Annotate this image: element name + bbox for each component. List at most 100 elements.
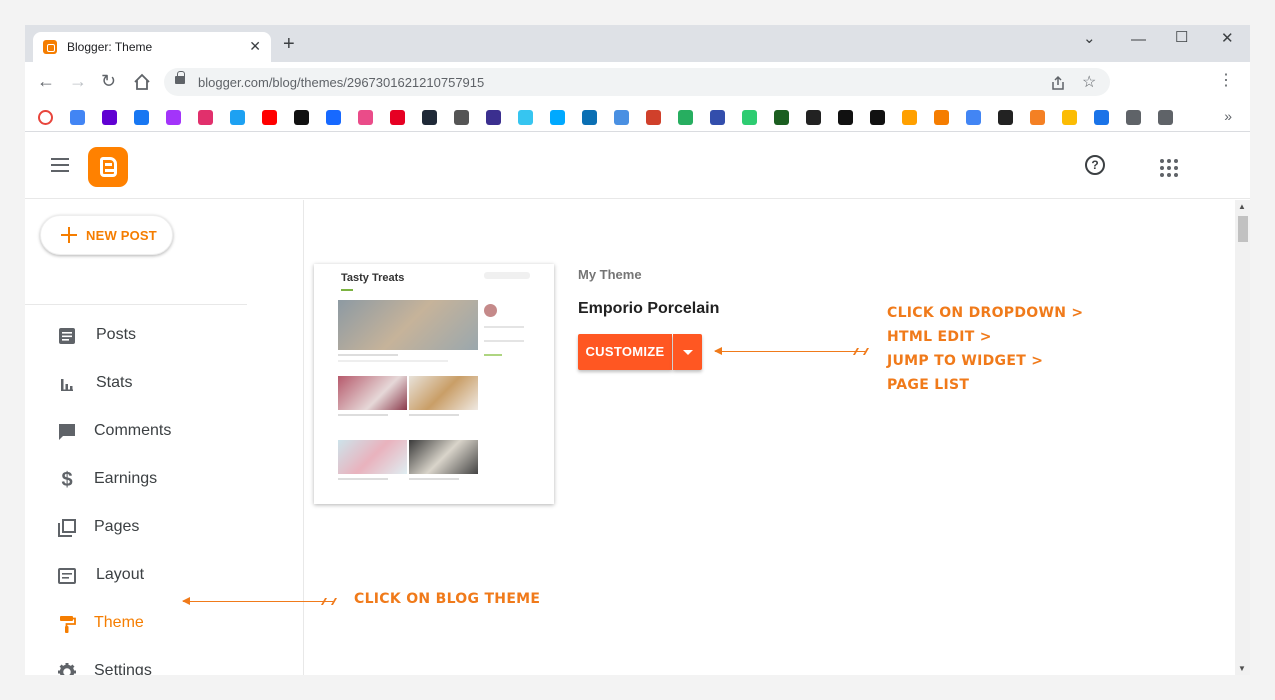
- sidebar-item-label: Layout: [96, 566, 145, 583]
- sidebar-item-label: Pages: [94, 518, 140, 535]
- bookmark-favicon-icon[interactable]: [806, 110, 821, 125]
- sidebar-item-comments[interactable]: Comments: [25, 410, 304, 454]
- bookmark-favicon-icon[interactable]: [934, 110, 949, 125]
- help-icon[interactable]: ?: [1085, 155, 1105, 175]
- share-icon[interactable]: [1050, 75, 1066, 91]
- url-text[interactable]: blogger.com/blog/themes/2967301621210757…: [198, 75, 484, 90]
- blogger-logo[interactable]: [88, 147, 128, 187]
- lock-icon[interactable]: [175, 71, 185, 84]
- bookmark-favicon-icon[interactable]: [358, 110, 373, 125]
- sidebar-item-label: Posts: [96, 326, 137, 343]
- scroll-down-arrow-icon[interactable]: ▼: [1238, 664, 1246, 673]
- browser-menu-icon[interactable]: ⋮: [1218, 70, 1234, 90]
- posts-icon: [59, 328, 75, 344]
- preview-text-line: [338, 360, 448, 362]
- home-icon[interactable]: [133, 73, 151, 91]
- paint-roller-icon: [60, 616, 76, 633]
- bookmark-favicon-icon[interactable]: [198, 110, 213, 125]
- bookmark-favicon-icon[interactable]: [678, 110, 693, 125]
- minimize-button[interactable]: —: [1131, 31, 1146, 48]
- bookmark-favicon-icon[interactable]: [70, 110, 85, 125]
- my-theme-label: My Theme: [578, 267, 642, 282]
- reload-icon[interactable]: ↻: [101, 71, 116, 91]
- bookmark-favicon-icon[interactable]: [486, 110, 501, 125]
- bookmark-favicon-icon[interactable]: [1158, 110, 1173, 125]
- sidebar-item-posts[interactable]: Posts: [25, 314, 304, 358]
- bookmark-favicon-icon[interactable]: [742, 110, 757, 125]
- bookmark-favicon-icon[interactable]: [422, 110, 437, 125]
- bookmark-favicon-icon[interactable]: [1030, 110, 1045, 125]
- preview-text-line: [409, 414, 459, 416]
- bookmark-favicon-icon[interactable]: [390, 110, 405, 125]
- bookmark-favicon-icon[interactable]: [998, 110, 1013, 125]
- forward-arrow-icon[interactable]: →: [69, 71, 87, 91]
- preview-cookies-image: [338, 300, 478, 350]
- google-apps-icon[interactable]: [1160, 159, 1178, 177]
- bookmark-favicon-icon[interactable]: [902, 110, 917, 125]
- bookmark-favicon-icon[interactable]: [646, 110, 661, 125]
- bookmark-favicon-icon[interactable]: [838, 110, 853, 125]
- bookmark-star-icon[interactable]: ☆: [1082, 72, 1096, 92]
- scrollbar-thumb[interactable]: [1238, 216, 1248, 242]
- bookmark-favicon-icon[interactable]: [582, 110, 597, 125]
- layout-icon: [58, 568, 76, 584]
- tab-strip: Blogger: Theme ✕ + ⌄ — ☐ ✕: [25, 25, 1250, 62]
- sidebar-item-label: Settings: [94, 662, 152, 675]
- sidebar-item-earnings[interactable]: $ Earnings: [25, 458, 304, 502]
- bookmark-favicon-icon[interactable]: [550, 110, 565, 125]
- sidebar-item-layout[interactable]: Layout: [25, 554, 304, 598]
- browser-window: Blogger: Theme ✕ + ⌄ — ☐ ✕ ← → ↻ blogger…: [25, 25, 1250, 675]
- sidebar-item-settings[interactable]: Settings: [25, 650, 304, 675]
- window-close-button[interactable]: ✕: [1221, 29, 1234, 47]
- preview-cake-image: [338, 376, 407, 410]
- blogger-favicon-icon: [43, 40, 57, 54]
- blogger-header: ?: [25, 133, 1250, 199]
- new-tab-button[interactable]: +: [283, 34, 295, 54]
- browser-tab[interactable]: Blogger: Theme ✕: [33, 32, 271, 62]
- theme-preview-thumbnail[interactable]: Tasty Treats: [314, 264, 554, 504]
- bookmark-favicon-icon[interactable]: [966, 110, 981, 125]
- bookmark-favicon-icon[interactable]: [1094, 110, 1109, 125]
- bookmark-favicon-icon[interactable]: [870, 110, 885, 125]
- preview-pastry-image: [409, 440, 478, 474]
- preview-sidebar-line: [484, 340, 524, 342]
- theme-annotation: CLICK ON BLOG THEME: [354, 591, 541, 607]
- hamburger-menu-icon[interactable]: [51, 158, 69, 172]
- bookmark-favicon-icon[interactable]: [454, 110, 469, 125]
- bookmark-favicon-icon[interactable]: [134, 110, 149, 125]
- sidebar-item-pages[interactable]: Pages: [25, 506, 304, 550]
- back-arrow-icon[interactable]: ←: [37, 71, 55, 91]
- maximize-button[interactable]: ☐: [1175, 28, 1188, 46]
- bookmark-favicon-icon[interactable]: [230, 110, 245, 125]
- customize-button[interactable]: CUSTOMIZE: [578, 334, 672, 370]
- bookmark-favicon-icon[interactable]: [1126, 110, 1141, 125]
- bookmark-favicon-icon[interactable]: [1062, 110, 1077, 125]
- tab-search-chevron-icon[interactable]: ⌄: [1083, 29, 1096, 47]
- bookmark-favicon-icon[interactable]: [294, 110, 309, 125]
- bookmark-favicon-icon[interactable]: [774, 110, 789, 125]
- sidebar-divider: [25, 304, 247, 305]
- customize-dropdown-button[interactable]: [673, 334, 702, 370]
- annotation-step: HTML EDIT >: [887, 329, 992, 345]
- sidebar-item-stats[interactable]: Stats: [25, 362, 304, 406]
- annotation-arrow: [182, 597, 333, 605]
- bookmark-favicon-icon[interactable]: [38, 110, 53, 125]
- bookmark-favicon-icon[interactable]: [710, 110, 725, 125]
- sidebar-item-label: Stats: [96, 374, 133, 391]
- scroll-up-arrow-icon[interactable]: ▲: [1238, 202, 1246, 211]
- bookmark-favicon-icon[interactable]: [518, 110, 533, 125]
- sidebar-item-theme[interactable]: Theme: [25, 602, 304, 646]
- bookmark-favicon-icon[interactable]: [166, 110, 181, 125]
- preview-blog-title: Tasty Treats: [341, 272, 405, 284]
- tab-close-icon[interactable]: ✕: [249, 38, 261, 55]
- sidebar-item-label: Theme: [94, 614, 144, 631]
- bookmark-favicon-icon[interactable]: [102, 110, 117, 125]
- vertical-scrollbar[interactable]: ▲ ▼: [1235, 200, 1250, 675]
- bookmark-favicon-icon[interactable]: [262, 110, 277, 125]
- bookmark-favicon-icon[interactable]: [326, 110, 341, 125]
- new-post-button[interactable]: NEW POST: [40, 215, 173, 255]
- sidebar-item-label: Comments: [94, 422, 172, 439]
- bookmark-favicon-icon[interactable]: [614, 110, 629, 125]
- more-bookmarks-icon[interactable]: »: [1224, 108, 1232, 124]
- address-bar[interactable]: blogger.com/blog/themes/2967301621210757…: [164, 68, 1110, 96]
